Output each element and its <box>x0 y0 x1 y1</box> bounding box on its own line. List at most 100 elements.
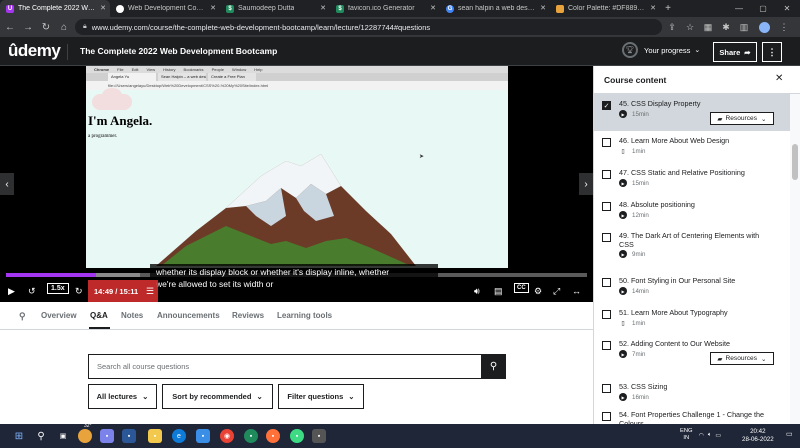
browser-tab[interactable]: Web Development Course ✕ <box>110 0 220 17</box>
browser-tab[interactable]: $ favicon.ico Generator ✕ <box>330 0 440 17</box>
all-lectures-dropdown[interactable]: All lectures ⌄ <box>88 384 157 409</box>
more-options-button[interactable]: ⋮ <box>762 42 782 62</box>
lecture-item[interactable]: 51. Learn More About Typography ▯ 1min <box>594 303 790 334</box>
lecture-item[interactable]: 50. Font Styling in Our Personal Site ▶ 14… <box>594 271 790 303</box>
rewind-icon[interactable]: ↺ <box>28 283 36 299</box>
lecture-checkbox[interactable] <box>602 412 611 421</box>
lecture-checkbox[interactable] <box>602 233 611 242</box>
app-icon[interactable]: ▪ <box>290 429 304 443</box>
lecture-checkbox[interactable] <box>602 138 611 147</box>
store-icon[interactable]: ▪ <box>122 429 136 443</box>
extensions-puzzle-icon[interactable]: ✱ <box>718 19 734 35</box>
task-view-icon[interactable]: ▣ <box>56 429 70 443</box>
video-player[interactable]: Chrome File Edit View History Bookmarks … <box>0 66 593 302</box>
windows-start-icon[interactable]: ⊞ <box>12 429 26 443</box>
lecture-item[interactable]: 53. CSS Sizing ▶ 16min <box>594 377 790 405</box>
search-icon[interactable]: ⚲ <box>19 311 26 322</box>
language-indicator[interactable]: ENG IN <box>680 428 693 442</box>
playback-speed-button[interactable]: 1.5x <box>47 283 69 294</box>
close-tab-icon[interactable]: ✕ <box>540 4 546 12</box>
close-tab-icon[interactable]: ✕ <box>430 4 436 12</box>
address-bar[interactable]: 🔒︎ www.udemy.com/course/the-complete-web… <box>75 19 662 35</box>
play-icon[interactable]: ▶ <box>8 283 15 299</box>
lecture-checkbox[interactable] <box>602 202 611 211</box>
lecture-checkbox[interactable] <box>602 384 611 393</box>
close-tab-icon[interactable]: ✕ <box>650 4 656 12</box>
notifications-icon[interactable]: ▭ <box>786 430 793 438</box>
lecture-item[interactable]: 52. Adding Content to Our Website ▶ 7min ▰ R… <box>594 334 790 377</box>
tab-overview[interactable]: Overview <box>41 311 77 320</box>
extension-icon[interactable]: ▦ <box>700 19 716 35</box>
close-tab-icon[interactable]: ✕ <box>100 4 106 12</box>
notes-icon[interactable]: ▤ <box>494 283 503 299</box>
lecture-checkbox[interactable] <box>602 170 611 179</box>
speaker-icon[interactable]: 🔈︎ <box>708 432 712 439</box>
wifi-icon[interactable]: ◠ <box>699 432 704 439</box>
previous-lecture-button[interactable]: ‹ <box>0 173 14 195</box>
next-lecture-button[interactable]: › <box>579 173 593 195</box>
resources-dropdown[interactable]: ▰ Resources ⌄ <box>710 112 774 125</box>
udemy-logo[interactable]: ûdemy <box>8 41 61 61</box>
back-icon[interactable]: ← <box>2 19 18 35</box>
lecture-checkbox[interactable] <box>602 278 611 287</box>
share-button[interactable]: Share ➦ <box>713 42 757 62</box>
reload-icon[interactable]: ↻ <box>38 19 54 35</box>
taskbar-clock[interactable]: 20:42 28-06-2022 <box>742 428 774 444</box>
volume-icon[interactable]: 🔊︎ <box>474 283 480 299</box>
browser-tab[interactable]: U The Complete 2022 Web De ✕ <box>0 0 110 17</box>
resources-dropdown[interactable]: ▰ Resources ⌄ <box>710 352 774 365</box>
forward-icon[interactable]: ↻ <box>75 283 83 299</box>
teams-icon[interactable]: ▪ <box>100 429 114 443</box>
lecture-item[interactable]: ✓ 45. CSS Display Property ▶ 15min ▰ Resource… <box>594 94 790 131</box>
browser-menu-icon[interactable]: ⋮ <box>776 19 792 35</box>
new-tab-button[interactable]: + <box>660 0 676 17</box>
profile-avatar-icon[interactable] <box>756 19 772 35</box>
settings-gear-icon[interactable]: ⚙ <box>534 283 542 299</box>
lecture-item[interactable]: 54. Font Properties Challenge 1 - Change… <box>594 405 790 424</box>
search-icon[interactable]: ⚲ <box>34 429 48 443</box>
sidebar-scrollbar-thumb[interactable] <box>792 144 798 180</box>
lecture-item[interactable]: 49. The Dark Art of Centering Elements w… <box>594 226 790 271</box>
lecture-checkbox[interactable] <box>602 310 611 319</box>
lecture-checkbox[interactable]: ✓ <box>602 101 611 110</box>
close-tab-icon[interactable]: ✕ <box>210 4 216 12</box>
fullscreen-icon[interactable]: ⤢ <box>553 283 560 299</box>
browser-tab[interactable]: $ Saumodeep Dutta ✕ <box>220 0 330 17</box>
expand-icon[interactable]: ↔ <box>572 283 581 299</box>
question-search-input[interactable] <box>89 355 481 378</box>
browser-tab[interactable]: Color Palette: #DF889D #F ✕ <box>550 0 660 17</box>
tab-qa[interactable]: Q&A <box>90 311 108 320</box>
vscode-icon[interactable]: ▪ <box>196 429 210 443</box>
battery-icon[interactable]: ▭ <box>715 432 721 439</box>
lecture-item[interactable]: 47. CSS Static and Relative Positioning ▶… <box>594 163 790 195</box>
progress-button[interactable]: 🏆︎ Your progress ⌄ <box>622 42 700 58</box>
close-sidebar-icon[interactable]: ✕ <box>775 73 783 84</box>
close-tab-icon[interactable]: ✕ <box>320 4 326 12</box>
share-page-icon[interactable]: ⇪ <box>664 19 680 35</box>
tab-learning-tools[interactable]: Learning tools <box>277 311 332 320</box>
tab-reviews[interactable]: Reviews <box>232 311 264 320</box>
tab-notes[interactable]: Notes <box>121 311 143 320</box>
sidebar-toggle-icon[interactable]: ▥ <box>736 19 752 35</box>
search-button[interactable]: ⚲ <box>481 354 506 379</box>
course-title[interactable]: The Complete 2022 Web Development Bootca… <box>80 46 277 56</box>
firefox-icon[interactable]: ▪ <box>266 429 280 443</box>
minimize-icon[interactable]: — <box>728 0 750 17</box>
lecture-item[interactable]: 46. Learn More About Web Design ▯ 1min <box>594 131 790 163</box>
close-window-icon[interactable]: ✕ <box>776 0 798 17</box>
app-icon[interactable]: ▪ <box>312 429 326 443</box>
bookmark-star-icon[interactable]: ☆ <box>682 19 698 35</box>
browser-tab[interactable]: G sean halpin a web designe ✕ <box>440 0 550 17</box>
chrome-icon[interactable]: ◉ <box>220 429 234 443</box>
lecture-item[interactable]: 48. Absolute positioning ▶ 12min <box>594 195 790 226</box>
weather-icon[interactable]: 32° <box>78 423 92 443</box>
closed-captions-icon[interactable]: CC <box>514 283 529 293</box>
forward-icon[interactable]: → <box>20 19 36 35</box>
lecture-checkbox[interactable] <box>602 341 611 350</box>
file-explorer-icon[interactable]: ▪ <box>148 429 162 443</box>
transcript-icon[interactable]: ☰ <box>146 283 154 299</box>
tab-announcements[interactable]: Announcements <box>157 311 220 320</box>
maximize-icon[interactable]: ▢ <box>752 0 774 17</box>
edge-icon[interactable]: e <box>172 429 186 443</box>
app-icon[interactable]: ▪ <box>244 429 258 443</box>
